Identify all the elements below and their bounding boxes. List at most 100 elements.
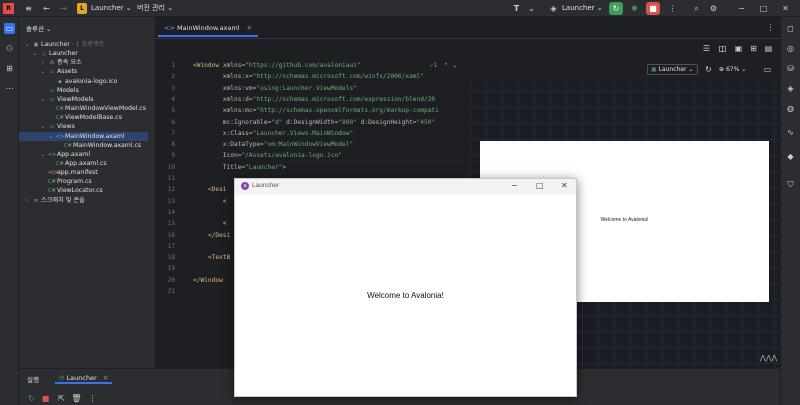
tree-item[interactable]: › ⁂ 종속 요소 <box>19 58 155 67</box>
dynamic-program-analysis-icon[interactable]: ◆ <box>785 151 796 162</box>
minimize-icon[interactable]: − <box>736 3 747 14</box>
nuget-icon[interactable]: ◈ <box>785 83 796 94</box>
chevron-down-icon[interactable]: ⌄ <box>39 122 47 131</box>
rerun-icon[interactable]: ↻ <box>26 393 37 404</box>
code-line[interactable]: mc:Ignorable="d" d:DesignWidth="800" d:D… <box>193 119 435 126</box>
chevron-down-icon[interactable]: ⌄ <box>31 49 39 58</box>
layers-icon[interactable]: ▤ <box>763 43 774 54</box>
code-line[interactable]: <Desi <box>193 186 227 193</box>
close-icon[interactable]: ✕ <box>103 374 108 382</box>
shield-icon[interactable]: ⛉ <box>785 179 796 190</box>
code-line[interactable]: < <box>193 198 227 205</box>
close-icon[interactable]: ✕ <box>561 181 568 190</box>
code-line[interactable]: < <box>193 220 227 227</box>
more-tools-icon[interactable]: ⋯ <box>4 83 15 94</box>
code-line[interactable]: <Window xmlns="https://github.com/avalon… <box>193 62 361 69</box>
chevron-right-icon[interactable]: › <box>23 196 31 205</box>
unit-tests-icon[interactable]: ◍ <box>785 103 796 114</box>
screenshot-icon[interactable]: ▭ <box>762 64 773 75</box>
close-icon[interactable]: ✕ <box>247 24 252 32</box>
vcs-menu[interactable]: 버전 관리 ⌄ <box>137 2 173 15</box>
code-line[interactable]: x:Class="Launcher.Views.MainWindow" <box>193 130 353 137</box>
main-menu-icon[interactable]: ≡ <box>23 3 34 14</box>
restore-layout-icon[interactable]: ⇱ <box>56 393 67 404</box>
database-icon[interactable]: ⛁ <box>785 63 796 74</box>
maximize-icon[interactable]: □ <box>536 181 544 190</box>
notifications-icon[interactable]: ◻ <box>785 23 796 34</box>
code-line[interactable]: xmlns:x="http://schemas.microsoft.com/wi… <box>193 73 424 80</box>
debug-bug-icon[interactable]: ✱ <box>629 3 640 14</box>
chevron-right-icon[interactable]: › <box>39 58 47 67</box>
chevron-down-icon[interactable]: ⌄ <box>39 95 47 104</box>
profiler-icon[interactable]: ∿ <box>785 127 796 138</box>
tree-item[interactable]: ⌄ ▣ Launcher · 1 프로젝트 <box>19 40 155 49</box>
close-icon[interactable]: ✕ <box>780 3 791 14</box>
grid-icon[interactable]: ⊞ <box>748 43 759 54</box>
build-hammer-icon[interactable]: T <box>511 3 522 14</box>
code-line[interactable] <box>193 209 223 216</box>
zoom-selector[interactable]: ⊕ 67% ⌄ <box>719 64 746 75</box>
maximize-icon[interactable]: □ <box>758 3 769 14</box>
project-panel-title[interactable]: 솔루션 ⌄ <box>26 23 51 33</box>
project-selector[interactable]: Launcher ⌄ <box>91 2 132 15</box>
chevron-down-icon[interactable]: ⌄ <box>47 132 55 141</box>
tree-item[interactable]: ⌄ ◻ Launcher <box>19 49 155 58</box>
code-line[interactable]: Title="Launcher"> <box>193 164 286 171</box>
tree-item[interactable]: </>app.manifest <box>19 168 155 177</box>
rerun-button[interactable]: ↻ <box>609 2 623 15</box>
tree-item[interactable]: C#Program.cs <box>19 177 155 186</box>
search-icon[interactable]: ⌕ <box>691 3 702 14</box>
tree-item[interactable]: › ≡ 스크래치 및 콘솔 <box>19 196 155 205</box>
code-line[interactable]: </Window <box>193 277 223 284</box>
tab-launcher-run[interactable]: ⟳ Launcher ✕ <box>55 372 113 384</box>
forward-arrow-icon[interactable]: → <box>58 3 69 14</box>
tab-mainwindow-axaml[interactable]: <> MainWindow.axaml ✕ <box>158 19 259 37</box>
tree-item[interactable]: ⌄ <>App.axaml <box>19 150 155 159</box>
refresh-icon[interactable]: ↻ <box>703 64 714 75</box>
split-view-icon[interactable]: ◫ <box>717 43 728 54</box>
chevron-down-icon[interactable]: ⌄ <box>39 150 47 159</box>
tree-item[interactable]: C#MainWindow.axaml.cs <box>19 141 155 150</box>
chevron-up-icon[interactable]: ⌃ <box>444 62 448 69</box>
ai-assistant-icon[interactable]: ◎ <box>785 43 796 54</box>
services-tool-icon[interactable]: ⚇ <box>4 43 15 54</box>
tree-item[interactable]: ⌄ ▭ Views <box>19 122 155 131</box>
structure-tool-icon[interactable]: ⊞ <box>4 63 15 74</box>
tree-item[interactable]: ▭ Models <box>19 86 155 95</box>
trash-icon[interactable]: 🗑 <box>71 393 82 404</box>
minimize-icon[interactable]: − <box>511 181 518 190</box>
tree-item[interactable]: ⌄ ▭ Assets <box>19 67 155 76</box>
launcher-app-window[interactable]: a Launcher − □ ✕ Welcome to Avalonia! <box>234 178 577 397</box>
code-line[interactable]: xmlns:vm="using:Launcher.ViewModels" <box>193 85 357 92</box>
tree-item[interactable]: C#MainWindowViewModel.cs <box>19 104 155 113</box>
stop-button[interactable]: ■ <box>646 2 660 15</box>
more-actions-icon[interactable]: ⋮ <box>667 3 678 14</box>
code-only-icon[interactable]: ☰ <box>701 43 712 54</box>
code-line[interactable]: x:DataType="vm:MainWindowViewModel" <box>193 141 353 148</box>
more-tabs-icon[interactable]: ⋮ <box>765 22 776 33</box>
tree-item[interactable]: ▪ avalonia-logo.ico <box>19 77 155 86</box>
stop-icon[interactable]: ■ <box>40 393 51 404</box>
preview-only-icon[interactable]: ▣ <box>733 43 744 54</box>
app-window-titlebar[interactable]: a Launcher − □ ✕ <box>235 179 576 195</box>
code-line[interactable]: xmlns:mc="http://schemas.openxmlformats.… <box>193 107 439 114</box>
gear-icon[interactable]: ⚙ <box>708 3 719 14</box>
tree-item[interactable]: C#ViewLocator.cs <box>19 186 155 195</box>
chevron-down-icon[interactable]: ⌄ <box>39 67 47 76</box>
chevron-down-icon[interactable]: ⌄ <box>23 40 31 49</box>
inspection-widget[interactable]: ✓1 ⌃ ⌄ <box>430 62 457 69</box>
code-line[interactable]: </Desi <box>193 232 230 239</box>
tree-item[interactable]: C#App.axaml.cs <box>19 159 155 168</box>
more-actions-icon[interactable]: ⋮ <box>87 393 98 404</box>
chevron-down-icon[interactable]: ⌄ <box>453 62 457 69</box>
tree-item[interactable]: ⌄ ▭ ViewModels <box>19 95 155 104</box>
preview-run-config-select[interactable]: ▣ Launcher ⌄ <box>647 64 698 75</box>
chevron-down-icon[interactable]: ⌄ <box>526 3 537 14</box>
preview-hints-icon[interactable]: ⋀⋀⋀ <box>760 354 777 362</box>
run-config-selector[interactable]: Launcher ⌄ <box>562 2 603 15</box>
tree-item[interactable]: C#ViewModelBase.cs <box>19 113 155 122</box>
tree-item[interactable]: ⌄ <>MainWindow.axaml <box>19 131 148 141</box>
code-line[interactable]: Icon="/Assets/avalonia-logo.ico" <box>193 152 342 159</box>
tab-run[interactable]: 실행 <box>27 374 39 384</box>
project-tool-icon[interactable]: ▭ <box>4 23 15 34</box>
